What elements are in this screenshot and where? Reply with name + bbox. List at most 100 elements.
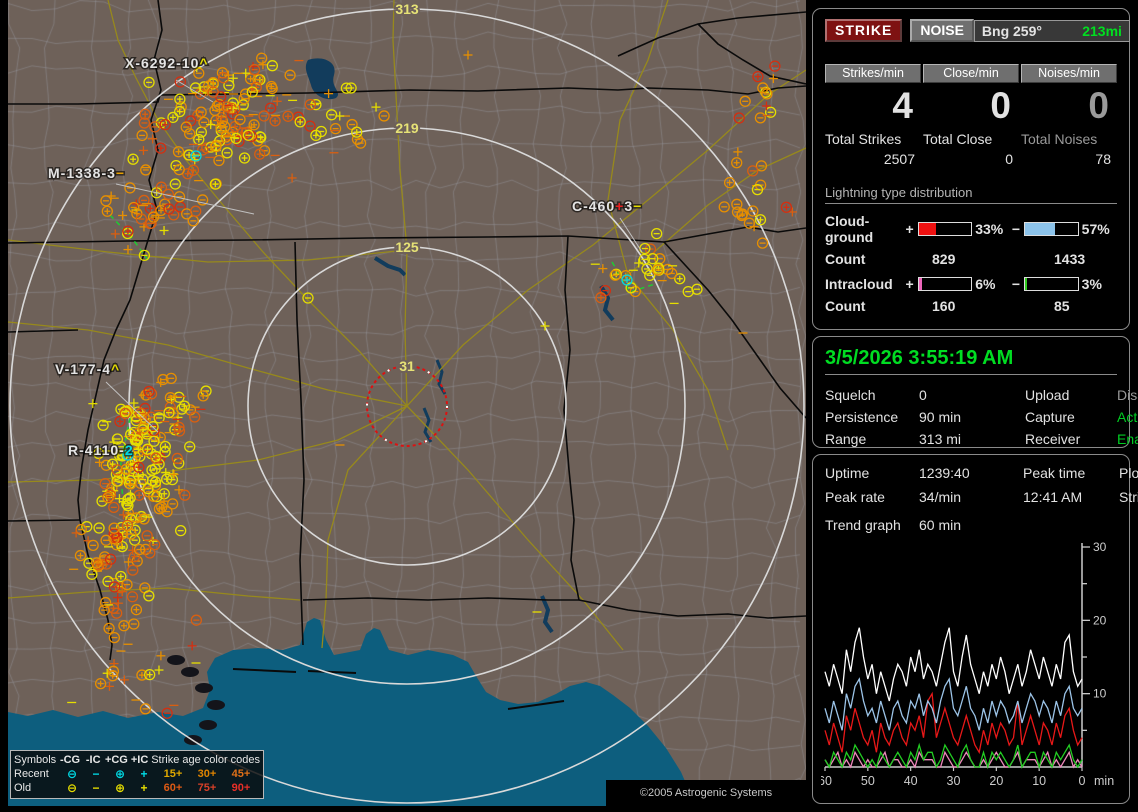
total-noises-value: 78	[1095, 151, 1111, 167]
cg-negative-pct: 57%	[1081, 221, 1110, 237]
legend-old-label: Old	[14, 782, 32, 794]
app-window: 313 219 125 31 X-6292-10^ M-1338-3− V-177-4^ R-…	[0, 0, 1138, 812]
upload-status: Disabled	[1117, 387, 1138, 403]
noises-column: Noises/min 0 Total Noises 78	[1021, 64, 1117, 167]
old-pic-icon: +	[140, 781, 148, 795]
ic-negative-count: 85	[1054, 298, 1070, 314]
map-overlay: 313 219 125 31 X-6292-10^ M-1338-3− V-177-4^ R-…	[8, 0, 806, 806]
intracloud-row: Intracloud + 6% − 3%	[825, 276, 1117, 292]
old-pcg-icon: ⊕	[114, 781, 126, 795]
range-label: Range	[825, 431, 867, 447]
close-column: Close/min 0 Total Close 0	[923, 64, 1019, 167]
stats-panel: STRIKE NOISE Bng 259° 213mi Strikes/min …	[812, 8, 1130, 330]
range-value: 313 mi	[919, 431, 962, 447]
total-strikes-value: 2507	[883, 151, 915, 167]
legend-col-pic: +IC	[130, 754, 149, 766]
receiver-status: Enabled	[1117, 431, 1138, 447]
svg-text:10: 10	[1032, 774, 1046, 788]
datetime-display: 3/5/2026 3:55:19 AM	[825, 347, 1117, 375]
storm-cell-label: X-6292-10^	[125, 55, 209, 71]
legend-col-ncg: -CG	[59, 754, 81, 766]
age-60: 60+	[163, 782, 183, 794]
status-panel: 3/5/2026 3:55:19 AM Squelch 0 Upload Dis…	[812, 336, 1138, 448]
plus-sign: +	[905, 276, 914, 292]
age-45: 45+	[231, 768, 251, 780]
legend-recent-label: Recent	[14, 768, 49, 780]
receiver-label: Receiver	[1025, 431, 1081, 447]
map-legend: Symbols -CG -IC +CG +IC Strike age color…	[10, 750, 264, 799]
persistence-label: Persistence	[825, 409, 899, 425]
storm-cell-label: C-460+3−	[572, 198, 642, 214]
cg-positive-bar	[918, 222, 973, 236]
persistence-value: 90 min	[919, 409, 962, 425]
range-ring-label-31: 31	[399, 358, 415, 374]
old-nic-icon: −	[92, 781, 100, 795]
age-75: 75+	[197, 782, 217, 794]
svg-text:20: 20	[1093, 613, 1107, 627]
strikes-per-min-value: 4	[892, 85, 913, 126]
legend-col-nic: -IC	[85, 754, 101, 766]
intracloud-count-row: Count 160 85	[825, 298, 1117, 314]
legend-col-pcg: +CG	[104, 754, 128, 766]
upload-label: Upload	[1025, 387, 1070, 403]
peak-rate-label: Peak rate	[825, 489, 885, 505]
close-per-min-badge: Close/min	[923, 64, 1019, 83]
storm-cell-label: V-177-4^	[55, 361, 120, 377]
recent-pcg-icon: ⊕	[114, 767, 126, 781]
cloud-ground-label: Cloud-ground	[825, 213, 874, 245]
svg-text:0: 0	[1079, 774, 1086, 788]
peak-rate-value: 34/min	[919, 489, 962, 505]
ic-positive-count: 160	[932, 298, 956, 314]
recent-pic-icon: +	[140, 767, 148, 781]
range-ring-label-313: 313	[395, 1, 419, 17]
strike-button[interactable]: STRIKE	[825, 19, 903, 42]
age-90: 90+	[231, 782, 251, 794]
svg-text:20: 20	[989, 774, 1003, 788]
range-ring-label-125: 125	[395, 239, 419, 255]
plot-label: Plot	[1119, 465, 1138, 481]
legend-age-header: Strike age color codes	[151, 754, 261, 766]
cg-positive-pct: 33%	[975, 221, 1004, 237]
noise-button[interactable]: NOISE	[910, 19, 974, 42]
legend-symbols-label: Symbols	[14, 754, 57, 766]
ic-positive-bar	[918, 277, 973, 291]
intracloud-label: Intracloud	[825, 276, 893, 292]
squelch-label: Squelch	[825, 387, 876, 403]
plus-sign: +	[905, 221, 914, 237]
uptime-label: Uptime	[825, 465, 870, 481]
cloud-ground-count-row: Count 829 1433	[825, 251, 1117, 267]
trend-panel: Uptime 1239:40 Peak time Plot Peak rate …	[812, 454, 1138, 804]
minus-sign: −	[1011, 221, 1021, 237]
trend-graph-window: 60 min	[919, 517, 962, 533]
count-label: Count	[825, 298, 866, 314]
svg-text:30: 30	[1093, 540, 1107, 554]
capture-status: Active	[1117, 409, 1138, 425]
old-ncg-icon: ⊖	[66, 781, 78, 795]
capture-label: Capture	[1025, 409, 1075, 425]
bearing-value: Bng 259°	[981, 22, 1042, 39]
minus-sign: −	[1011, 276, 1021, 292]
trend-graph: 10 20 30 60 50 40 30 20 10 0 min	[821, 540, 1114, 788]
legend-recent-row: Recent ⊖ − ⊕ + 15+ 30+ 45+	[14, 767, 260, 781]
peak-time-value: 12:41 AM	[1023, 489, 1083, 505]
storm-cell-label: R-4110-2	[68, 442, 134, 458]
total-close-label: Total Close	[923, 131, 993, 147]
recent-ncg-icon: ⊖	[66, 767, 78, 781]
strikes-per-min-badge: Strikes/min	[825, 64, 921, 83]
ic-positive-pct: 6%	[975, 276, 996, 292]
noises-per-min-value: 0	[1088, 85, 1109, 126]
legend-old-row: Old ⊖ − ⊕ + 60+ 75+ 90+	[14, 781, 260, 795]
ic-negative-pct: 3%	[1081, 276, 1102, 292]
svg-text:30: 30	[947, 774, 961, 788]
svg-text:40: 40	[904, 774, 918, 788]
trend-graph-label: Trend graph	[825, 517, 901, 533]
cg-positive-count: 829	[932, 251, 956, 267]
strikes-column: Strikes/min 4 Total Strikes 2507	[825, 64, 921, 167]
close-per-min-value: 0	[990, 85, 1011, 126]
svg-text:min: min	[1094, 774, 1114, 788]
total-strikes-label: Total Strikes	[825, 131, 902, 147]
lightning-map[interactable]: 313 219 125 31 X-6292-10^ M-1338-3− V-177-4^ R-…	[8, 0, 806, 806]
legend-header-row: Symbols -CG -IC +CG +IC Strike age color…	[14, 753, 260, 767]
storm-cell-label: M-1338-3−	[48, 165, 125, 181]
range-ring-label-219: 219	[395, 120, 419, 136]
